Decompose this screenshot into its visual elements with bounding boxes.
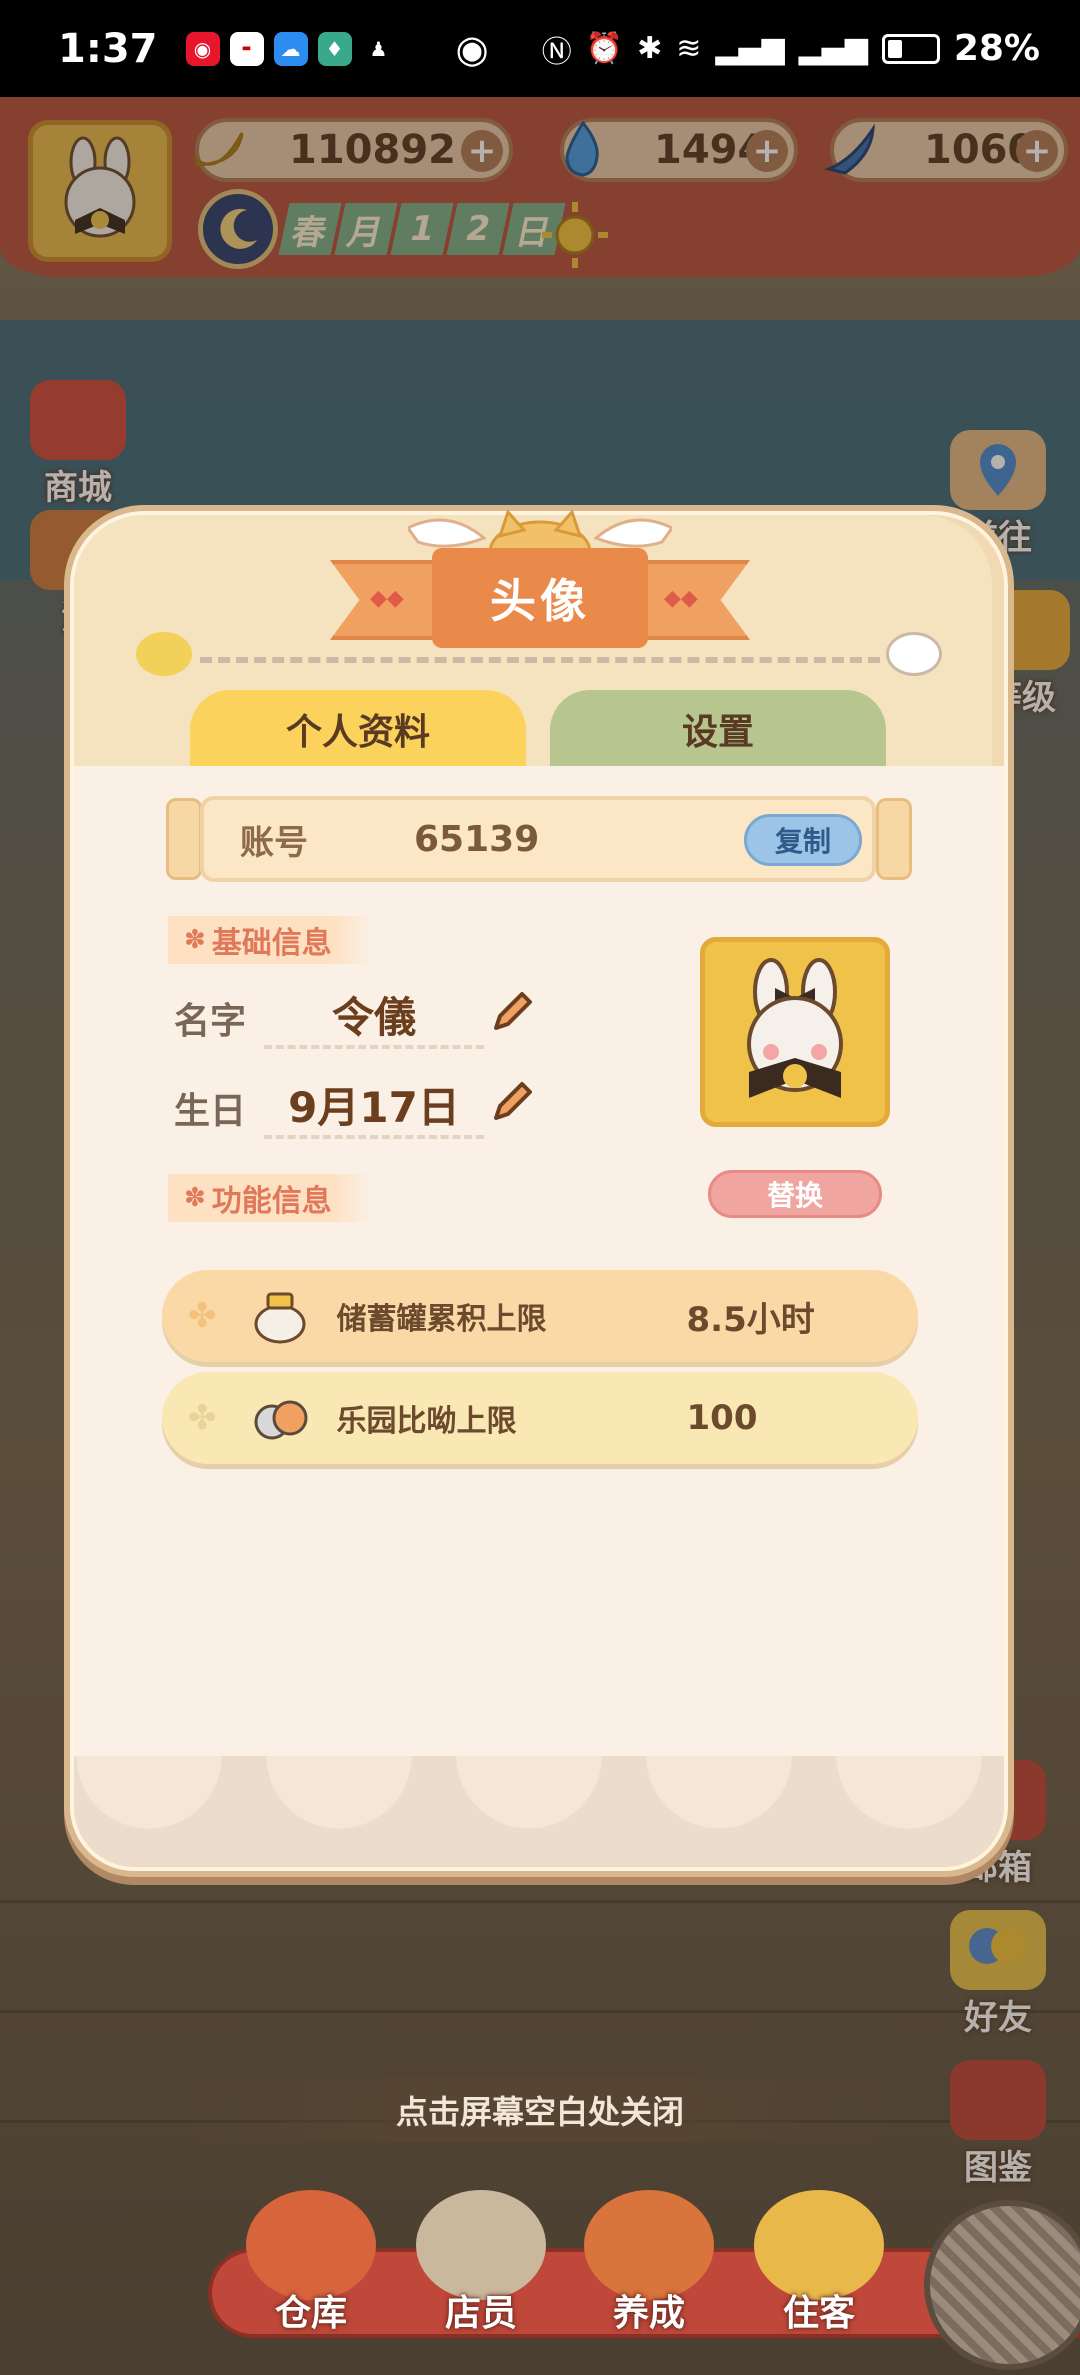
function-info-heading: ✽ 功能信息 (168, 1174, 372, 1222)
nav-training-label: 养成 (612, 2293, 685, 2334)
eye-icon: ◉ (455, 26, 489, 71)
header-divider (200, 657, 880, 663)
account-bar: 账号 65139 复制 (200, 796, 876, 882)
nfc-icon: Ⓝ (541, 34, 572, 70)
replace-label: 替换 (766, 1179, 823, 1212)
qq-icon: ♟ (369, 36, 388, 61)
panel-scallop-edge (74, 1756, 1004, 1866)
stat-value: 100 (686, 1398, 758, 1438)
battery-icon (881, 33, 940, 64)
status-right: Ⓝ ⏰ ✱ ≋ ▂▄▆ ▂▄▆ 28% (542, 27, 1040, 71)
birthday-value: 9月17日 (264, 1074, 484, 1139)
account-label: 账号 (240, 822, 308, 863)
stat-row-park: ✤ 乐园比呦上限 100 (162, 1372, 918, 1464)
stat-value: 8.5小时 (686, 1299, 815, 1340)
ghost-chick-icon (886, 632, 942, 676)
account-value: 65139 (414, 818, 540, 860)
bunny-bow-avatar-icon (747, 958, 843, 1098)
status-time: 1:37 (58, 25, 158, 72)
clover-icon: ✤ (188, 1296, 217, 1336)
avatar-preview[interactable] (700, 937, 890, 1127)
basic-info-heading: ✽ 基础信息 (168, 916, 372, 964)
close-hint[interactable]: 点击屏幕空白处关闭 (180, 2078, 900, 2142)
stat-name: 储蓄罐累积上限 (336, 1302, 547, 1337)
modal-title: 头像 (432, 548, 648, 648)
name-label: 名字 (174, 1001, 247, 1042)
cloud-icon: ☁ (273, 31, 308, 66)
chick-icon (136, 632, 192, 676)
replace-avatar-button[interactable]: 替换 (708, 1170, 882, 1218)
nav-staff[interactable]: 店员 (406, 2190, 556, 2336)
stat-row-piggy-bank: ✤ 储蓄罐累积上限 8.5小时 (162, 1270, 918, 1362)
account-bar-cap-left (166, 798, 202, 880)
account-bar-cap-right (876, 798, 912, 880)
clover-icon: ✤ (188, 1398, 217, 1438)
notification-icons: ◉ ▬ ☁ ♦ ♟ (185, 31, 396, 66)
nav-guests[interactable]: 住客 (744, 2190, 894, 2336)
stat-name: 乐园比呦上限 (336, 1404, 517, 1439)
battery-percent: 28% (953, 28, 1040, 69)
name-value: 令儀 (264, 984, 484, 1049)
nav-guests-label: 住客 (782, 2293, 855, 2334)
copy-account-button[interactable]: 复制 (744, 814, 862, 866)
clover-icon: ✽ (184, 1183, 206, 1213)
edit-birthday-pencil-icon[interactable] (488, 1078, 536, 1126)
huawei-icon: ▬ (229, 31, 264, 66)
signal-icon: ▂▄▆ (715, 31, 785, 66)
nav-warehouse-label: 仓库 (274, 2293, 347, 2334)
alarm-icon: ⏰ (585, 31, 624, 66)
bluetooth-icon: ✱ (637, 31, 663, 66)
birthday-label: 生日 (174, 1091, 247, 1132)
weibo-icon: ◉ (185, 31, 220, 66)
nav-training[interactable]: 养成 (574, 2190, 724, 2336)
park-pets-icon (247, 1385, 313, 1451)
basic-info-title: 基础信息 (211, 926, 332, 961)
tab-settings[interactable]: 设置 (550, 690, 886, 768)
ribbon-arrow-left-icon: ◆◆ (370, 586, 404, 611)
tab-profile[interactable]: 个人资料 (190, 690, 526, 768)
piggy-bank-icon (247, 1283, 313, 1349)
function-info-title: 功能信息 (211, 1184, 332, 1219)
wifi-icon: ≋ (676, 31, 702, 66)
app-icon: ♦ (317, 31, 352, 66)
yarn-ball-button[interactable] (924, 2200, 1080, 2370)
status-bar: 1:37 ◉ ▬ ☁ ♦ ♟ ◉ Ⓝ ⏰ ✱ ≋ ▂▄▆ ▂▄▆ 28% (0, 0, 1080, 97)
ribbon-arrow-right-icon: ◆◆ (664, 586, 698, 611)
signal-2-icon: ▂▄▆ (798, 31, 868, 66)
nav-staff-label: 店员 (444, 2293, 517, 2334)
edit-name-pencil-icon[interactable] (488, 988, 536, 1036)
clover-icon: ✽ (184, 925, 206, 955)
nav-warehouse[interactable]: 仓库 (236, 2190, 386, 2336)
